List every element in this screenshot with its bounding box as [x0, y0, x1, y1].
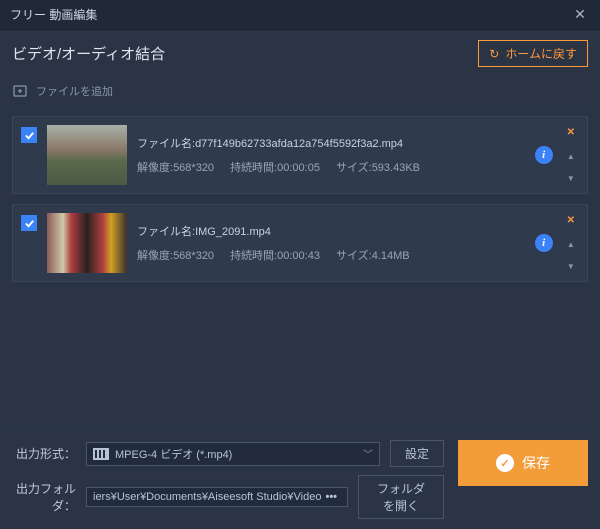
filesize: サイズ:593.43KB: [336, 159, 420, 175]
file-list: ファイル名:d77f149b62733afda12a754f5592f3a2.m…: [0, 106, 600, 456]
output-format-value: MPEG-4 ビデオ (*.mp4): [115, 446, 357, 462]
file-name-value: IMG_2091.mp4: [195, 226, 271, 238]
toolbar: ファイルを追加: [0, 77, 600, 106]
page-title: ビデオ/オーディオ結合: [12, 43, 165, 64]
file-name-row: ファイル名:d77f149b62733afda12a754f5592f3a2.m…: [137, 135, 525, 151]
move-up-button[interactable]: ▲: [567, 152, 575, 161]
file-meta: ファイル名:d77f149b62733afda12a754f5592f3a2.m…: [137, 125, 525, 185]
title-bar: フリー 動画編集 ✕: [0, 0, 600, 30]
info-button[interactable]: i: [535, 146, 553, 164]
chevron-down-icon: ﹀: [363, 446, 373, 461]
move-down-button[interactable]: ▼: [567, 262, 575, 271]
duration: 持続時間:00:00:43: [230, 247, 320, 263]
remove-button[interactable]: ✕: [567, 127, 575, 138]
file-checkbox[interactable]: [21, 215, 37, 231]
resolution: 解像度:568*320: [137, 159, 214, 175]
settings-button[interactable]: 設定: [390, 440, 444, 467]
resolution: 解像度:568*320: [137, 247, 214, 263]
info-button[interactable]: i: [535, 234, 553, 252]
save-button[interactable]: ✓ 保存: [458, 440, 588, 486]
format-icon: [93, 448, 109, 460]
app-title: フリー 動画編集: [10, 6, 97, 23]
browse-button[interactable]: •••: [321, 491, 341, 503]
file-details-row: 解像度:568*320 持続時間:00:00:05 サイズ:593.43KB: [137, 159, 525, 175]
file-details-row: 解像度:568*320 持続時間:00:00:43 サイズ:4.14MB: [137, 247, 525, 263]
open-folder-button[interactable]: フォルダを開く: [358, 475, 444, 519]
file-item: ファイル名:IMG_2091.mp4 解像度:568*320 持続時間:00:0…: [12, 204, 588, 282]
output-folder-value: iers¥User¥Documents¥Aiseesoft Studio¥Vid…: [93, 491, 321, 503]
close-button[interactable]: ✕: [570, 5, 590, 25]
header: ビデオ/オーディオ結合 ↻ ホームに戻す: [0, 30, 600, 77]
file-thumbnail: [47, 125, 127, 185]
file-meta: ファイル名:IMG_2091.mp4 解像度:568*320 持続時間:00:0…: [137, 213, 525, 273]
output-folder-input[interactable]: iers¥User¥Documents¥Aiseesoft Studio¥Vid…: [86, 487, 348, 507]
file-checkbox[interactable]: [21, 127, 37, 143]
item-controls: ✕ ▲ ▼: [563, 213, 579, 273]
check-icon: ✓: [496, 454, 514, 472]
output-format-select[interactable]: MPEG-4 ビデオ (*.mp4) ﹀: [86, 442, 380, 466]
move-down-button[interactable]: ▼: [567, 174, 575, 183]
add-file-label[interactable]: ファイルを追加: [36, 83, 113, 99]
home-button[interactable]: ↻ ホームに戻す: [478, 40, 588, 67]
filesize: サイズ:4.14MB: [336, 247, 410, 263]
file-name-label: ファイル名:: [137, 138, 195, 150]
footer: 出力形式： MPEG-4 ビデオ (*.mp4) ﹀ 設定 出力フォルダ： ie…: [0, 429, 600, 529]
file-name-row: ファイル名:IMG_2091.mp4: [137, 223, 525, 239]
add-file-icon[interactable]: [12, 83, 28, 99]
file-item: ファイル名:d77f149b62733afda12a754f5592f3a2.m…: [12, 116, 588, 194]
file-name-label: ファイル名:: [137, 226, 195, 238]
file-thumbnail: [47, 213, 127, 273]
file-name-value: d77f149b62733afda12a754f5592f3a2.mp4: [195, 138, 403, 150]
duration: 持続時間:00:00:05: [230, 159, 320, 175]
remove-button[interactable]: ✕: [567, 215, 575, 226]
move-up-button[interactable]: ▲: [567, 240, 575, 249]
save-button-label: 保存: [522, 453, 550, 473]
output-folder-label: 出力フォルダ：: [12, 480, 76, 514]
home-button-label: ホームに戻す: [505, 45, 577, 62]
item-controls: ✕ ▲ ▼: [563, 125, 579, 185]
reload-icon: ↻: [489, 47, 499, 61]
output-format-label: 出力形式：: [12, 445, 76, 462]
